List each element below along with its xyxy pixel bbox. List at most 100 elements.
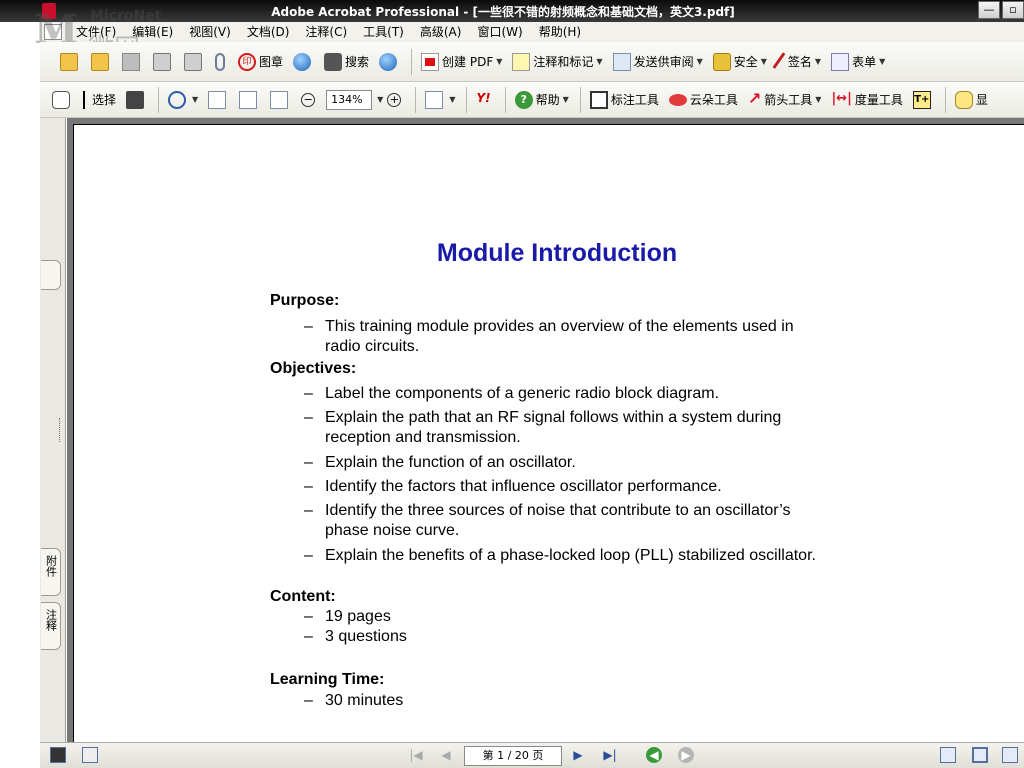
last-page-button[interactable]: ▶| [602, 747, 618, 763]
facing-layout-icon[interactable] [1002, 747, 1018, 763]
lock-icon [712, 52, 731, 71]
show-comments-button[interactable]: 显 [951, 86, 992, 114]
chevron-down-icon: ▼ [696, 57, 703, 66]
panel-collapse-tab[interactable] [41, 260, 61, 290]
comment-markup-button[interactable]: 注释和标记 ▼ [508, 48, 606, 76]
menu-advanced[interactable]: 高级(A) [412, 22, 470, 42]
learning-time-heading: Learning Time: [270, 671, 385, 688]
help-button[interactable]: ? 帮助 ▼ [511, 86, 573, 114]
chevron-down-icon: ▼ [596, 57, 603, 66]
go-back-icon[interactable]: ◀ [646, 747, 662, 763]
hand-icon [52, 90, 70, 109]
actual-size-icon [208, 90, 227, 109]
window-controls: — ▫ [976, 1, 1024, 21]
tab-comments[interactable]: 注释 [41, 602, 61, 650]
chevron-down-icon: ▼ [815, 95, 822, 104]
tab-attachments[interactable]: 附件 [41, 548, 61, 596]
stamp-button[interactable]: 印图章 [234, 48, 287, 76]
organizer-button[interactable] [87, 48, 116, 76]
monitor-icon[interactable] [50, 747, 66, 763]
navigation-panel: 附件 注释 [40, 118, 66, 742]
cloud-icon [668, 93, 687, 106]
restore-button[interactable]: ▫ [1002, 1, 1024, 19]
zoom-tool-button[interactable]: ▼ [164, 86, 202, 114]
title-bar: Adobe Acrobat Professional - [一些很不错的射频概念… [0, 0, 1024, 22]
continuous-layout-icon[interactable] [972, 747, 988, 763]
actual-size-button[interactable] [204, 86, 233, 114]
binoculars-icon [324, 52, 343, 71]
yahoo-button[interactable]: Y! [472, 86, 497, 114]
email-button[interactable] [180, 48, 209, 76]
camera-icon [126, 90, 145, 109]
menu-comments[interactable]: 注释(C) [297, 22, 355, 42]
note-tool-button[interactable]: 标注工具 [586, 86, 663, 114]
pdf-page: Module Introduction Purpose: – This trai… [73, 124, 1024, 742]
status-bar: |◀ ◀ 第 1 / 20 页 ▶ ▶| ◀ ▶ [40, 742, 1024, 768]
panel-resize-grip[interactable] [59, 418, 63, 442]
menu-tools[interactable]: 工具(T) [355, 22, 412, 42]
go-forward-icon[interactable]: ▶ [678, 747, 694, 763]
fit-width-button[interactable] [266, 86, 295, 114]
page-number-field[interactable]: 第 1 / 20 页 [464, 746, 562, 766]
comment-icon [512, 52, 531, 71]
document-properties-icon[interactable] [82, 747, 98, 763]
zoom-in-icon [168, 90, 187, 109]
menu-window[interactable]: 窗口(W) [469, 22, 530, 42]
security-button[interactable]: 安全 ▼ [709, 48, 771, 76]
menu-file[interactable]: 文件(F) [68, 22, 124, 42]
single-page-layout-icon[interactable] [940, 747, 956, 763]
select-tool-button[interactable]: 选择 [79, 86, 120, 114]
attach-button[interactable] [211, 48, 232, 76]
chevron-down-icon: ▼ [562, 95, 569, 104]
measure-tool-button[interactable]: |↔| 度量工具 [827, 86, 906, 114]
textbox-tool-button[interactable]: T+ [909, 86, 938, 114]
snapshot-button[interactable] [122, 86, 151, 114]
cloud-tool-button[interactable]: 云朵工具 [665, 86, 742, 114]
hand-tool-button[interactable] [48, 86, 77, 114]
chevron-down-icon: ▼ [879, 57, 886, 66]
rotate-view-button[interactable]: ▼ [421, 86, 459, 114]
previous-page-button[interactable]: ◀ [438, 747, 454, 763]
text-box-icon: T+ [912, 90, 931, 109]
print-button[interactable] [149, 48, 178, 76]
send-review-button[interactable]: 发送供审阅 ▼ [609, 48, 707, 76]
help-icon: ? [514, 90, 533, 109]
fit-page-button[interactable] [235, 86, 264, 114]
chevron-down-icon: ▼ [760, 57, 767, 66]
minimize-button[interactable]: — [978, 1, 1000, 19]
menu-help[interactable]: 帮助(H) [531, 22, 589, 42]
first-page-button[interactable]: |◀ [408, 747, 424, 763]
color-button[interactable] [375, 48, 404, 76]
zoom-out-button[interactable]: − [297, 86, 322, 114]
web-button[interactable] [289, 48, 318, 76]
open-button[interactable] [56, 48, 85, 76]
rotate-icon [425, 90, 444, 109]
measure-icon: |↔| [831, 90, 852, 106]
email-icon [184, 52, 202, 71]
review-icon [612, 52, 631, 71]
document-viewport[interactable]: Module Introduction Purpose: – This trai… [67, 118, 1024, 742]
organizer-icon [91, 52, 109, 71]
pen-icon [772, 51, 790, 72]
sign-button[interactable]: 签名 ▼ [772, 48, 825, 76]
main-toolbar: 印图章 搜索 创建 PDF ▼ 注释和标记 ▼ 发送供审阅 ▼ 安全 ▼ 签名 ▼ 表单 ▼ [40, 42, 1024, 82]
purpose-heading: Purpose: [270, 292, 340, 309]
next-page-button[interactable]: ▶ [570, 747, 586, 763]
page-title: Module Introduction [436, 239, 678, 267]
content-heading: Content: [270, 588, 336, 605]
color-palette-icon [379, 52, 398, 71]
zoom-in-button[interactable]: + [383, 86, 408, 114]
fit-page-icon [239, 90, 258, 109]
arrow-tool-button[interactable]: ↗ 箭头工具 ▼ [744, 86, 826, 114]
zoom-level-input[interactable]: 134% [326, 89, 373, 110]
forms-button[interactable]: 表单 ▼ [827, 48, 889, 76]
document-icon[interactable] [44, 24, 62, 40]
create-pdf-button[interactable]: 创建 PDF ▼ [417, 48, 506, 76]
comment-bubble-icon [954, 90, 973, 109]
menu-document[interactable]: 文档(D) [239, 22, 298, 42]
menu-edit[interactable]: 编辑(E) [124, 22, 181, 42]
chevron-down-icon: ▼ [814, 57, 822, 66]
search-button[interactable]: 搜索 [320, 48, 373, 76]
save-button[interactable] [118, 48, 147, 76]
menu-view[interactable]: 视图(V) [181, 22, 239, 42]
